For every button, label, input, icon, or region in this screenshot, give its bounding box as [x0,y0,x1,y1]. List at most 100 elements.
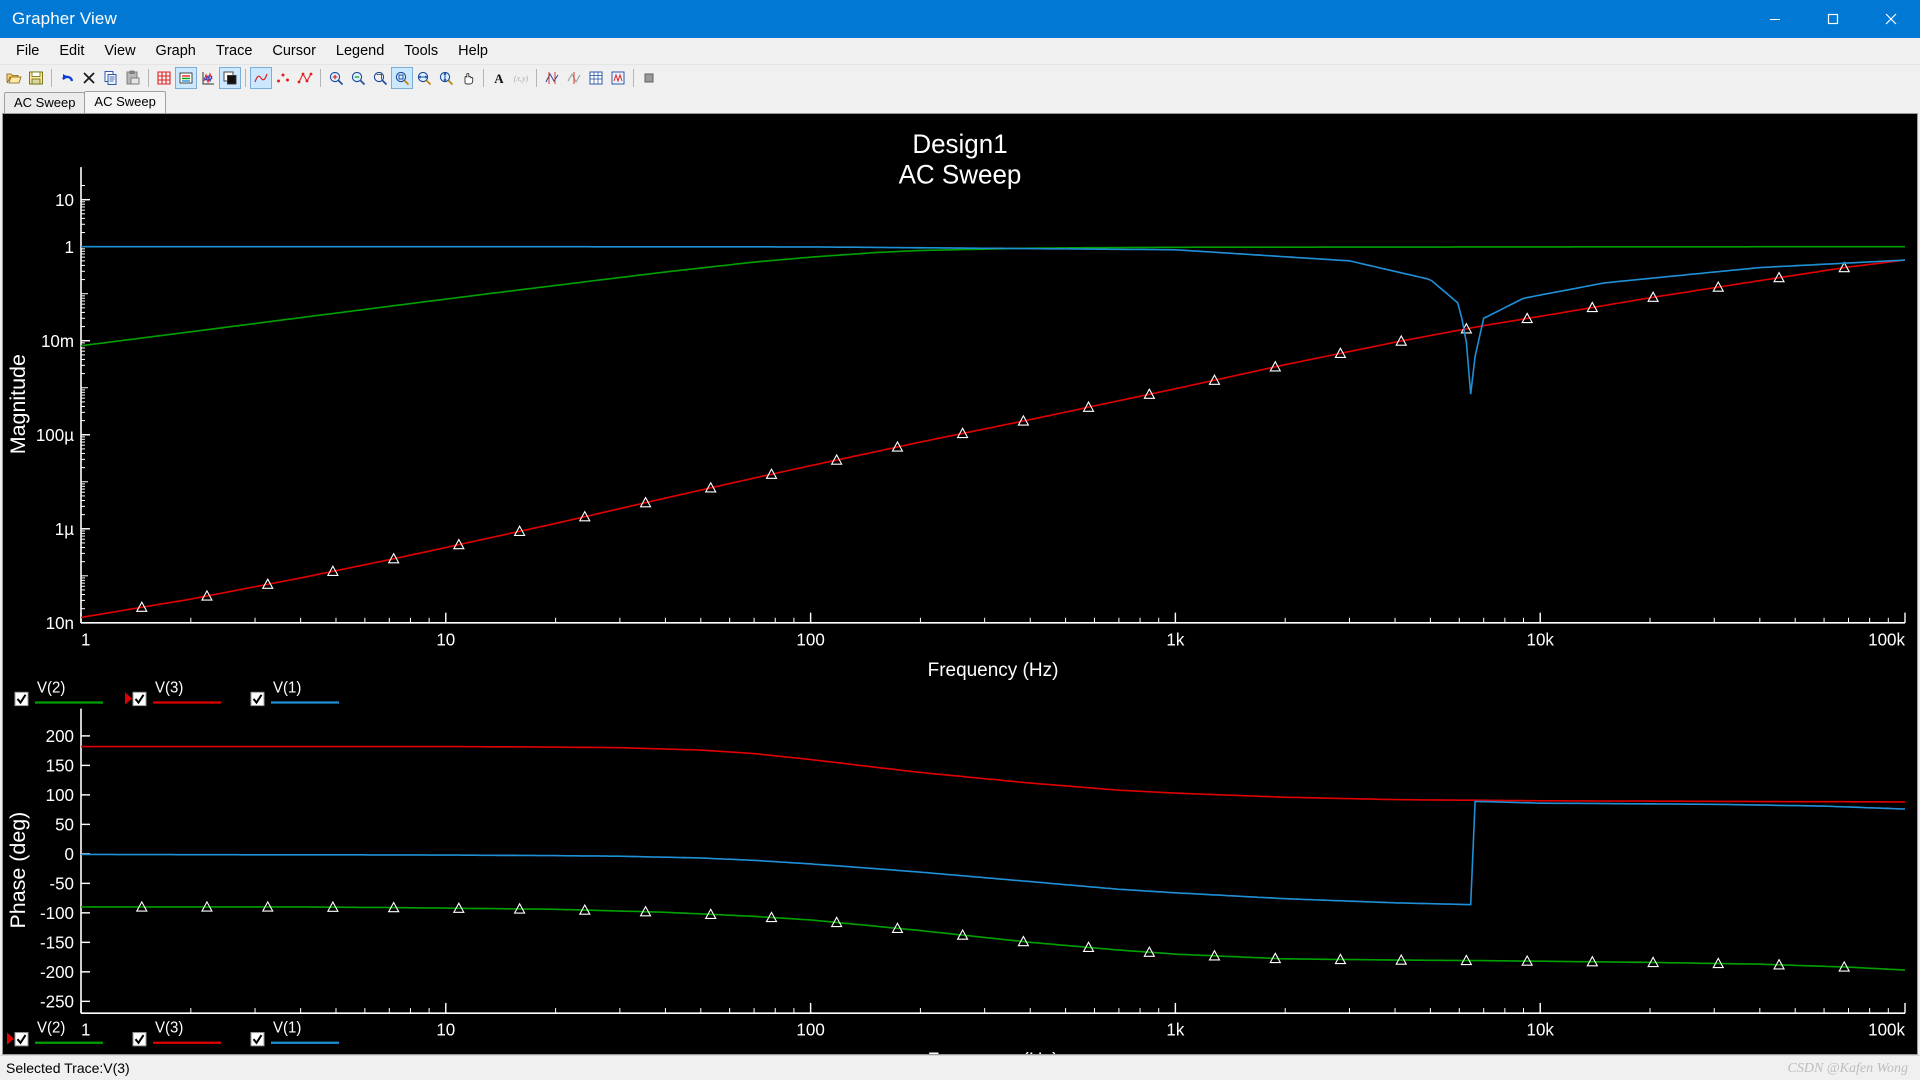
open-icon[interactable] [3,67,25,89]
x-tick-label: 1k [1166,1019,1184,1039]
y-tick-label: 10 [55,190,74,210]
maximize-button[interactable] [1804,0,1862,38]
y-tick-label: 200 [46,726,74,746]
graph-svg[interactable]: Design1AC Sweep1 10 100 1k 10k 100k10110m100µ… [3,114,1917,1054]
x-tick-label: 1k [1166,629,1184,649]
svg-text:A: A [494,71,504,86]
y-tick-label: 100 [46,785,74,805]
delete-icon[interactable] [78,67,100,89]
export-mathcad-icon[interactable] [607,67,629,89]
menu-graph[interactable]: Graph [146,39,206,63]
export-excel-icon[interactable] [585,67,607,89]
tab-ac-sweep-2[interactable]: AC Sweep [84,91,166,113]
x-tick-label: 10 [436,629,455,649]
y-tick-label: 10m [41,331,74,351]
copy-icon[interactable] [100,67,122,89]
zoom-horizontal-icon[interactable] [413,67,435,89]
pan-icon[interactable] [457,67,479,89]
cursor-icon[interactable] [541,67,563,89]
menu-help[interactable]: Help [448,39,498,63]
legend-label: V(3) [155,1019,183,1036]
toolbar-separator-6 [536,69,537,87]
grid-icon[interactable] [153,67,175,89]
toolbar-separator [51,69,52,87]
tab-ac-sweep-1[interactable]: AC Sweep [4,92,86,113]
y-tick-label: 100µ [36,425,74,445]
zoom-area-icon[interactable] [369,67,391,89]
coordinates-icon[interactable]: (x,y) [510,67,532,89]
status-text: Selected Trace:V(3) [6,1060,130,1076]
legend-label: V(1) [273,1019,301,1036]
legend-item-V1[interactable]: V(1) [250,1019,339,1047]
zoom-out-icon[interactable] [347,67,369,89]
minimize-button[interactable] [1746,0,1804,38]
background-icon[interactable] [219,67,241,89]
legend-checkbox[interactable] [14,691,29,707]
legend-checkbox[interactable] [132,1032,147,1047]
x-tick-label: 1 [81,1019,90,1039]
close-button[interactable] [1862,0,1920,38]
trace-V1[interactable] [81,245,1906,395]
chart-title: Design1 [912,129,1007,159]
legend-checkbox[interactable] [250,691,265,707]
menu-legend[interactable]: Legend [326,39,394,63]
curve-points-icon[interactable] [294,67,316,89]
window-title: Grapher View [12,9,117,28]
menu-view[interactable]: View [94,39,145,63]
legend-label: V(3) [155,679,183,696]
y-tick-label: -50 [49,873,74,893]
x-tick-label: 100 [796,1019,824,1039]
zoom-in-icon[interactable] [325,67,347,89]
curve-icon[interactable] [250,67,272,89]
chart-magnitude: 1 10 100 1k 10k 100k 10 1 10m 100µ 1µ 10n Frequency … [7,167,1906,681]
save-icon[interactable] [25,67,47,89]
toolbar-separator-4 [320,69,321,87]
trace-V2[interactable] [81,906,1906,971]
x-tick-label: 10k [1527,629,1555,649]
cursor2-icon[interactable] [563,67,585,89]
trace-V1[interactable] [81,800,1906,906]
y-tick-label: 10n [46,613,74,633]
legend-selected-marker [7,1032,14,1045]
legend-item-V3[interactable]: V(3) [132,1019,221,1047]
menu-cursor[interactable]: Cursor [262,39,326,63]
menu-trace[interactable]: Trace [206,39,263,63]
tab-strip: AC Sweep AC Sweep [0,91,1920,113]
x-axis-label: Frequency (Hz) [928,1050,1059,1054]
y-tick-label: -100 [40,903,74,923]
menu-edit[interactable]: Edit [49,39,94,63]
text-icon[interactable]: A [488,67,510,89]
zoom-full-icon[interactable] [391,67,413,89]
undo-icon[interactable] [56,67,78,89]
grapher-canvas[interactable]: Design1 AC Sweep 1 10 100 1k 10k 100k 10 1 10m 100µ… [2,113,1918,1055]
y-tick-label: 50 [55,814,74,834]
legend-checkbox[interactable] [250,1032,265,1047]
menu-file[interactable]: File [6,39,49,63]
properties-icon[interactable] [638,67,660,89]
legend-item-V2[interactable]: V(2) [14,679,103,707]
menu-tools[interactable]: Tools [394,39,448,63]
y-axis-label: Phase (deg) [7,812,30,929]
trace-V2[interactable] [80,245,1905,347]
legend-checkbox[interactable] [132,691,147,707]
menu-bar: File Edit View Graph Trace Cursor Legend… [0,38,1920,64]
legend-checkbox[interactable] [14,1032,29,1047]
y-axis-label: Magnitude [7,354,30,454]
legend-item-V1[interactable]: V(1) [250,679,339,707]
legend-item-V3[interactable]: V(3) [125,679,221,707]
y-tick-label: -200 [40,962,74,982]
x-axis-label: Frequency (Hz) [928,660,1059,681]
x-tick-label: 100k [1868,1019,1905,1039]
legend-icon[interactable] [175,67,197,89]
trace-V3[interactable] [80,259,1906,619]
trace-V3[interactable] [81,745,1905,803]
zoom-vertical-icon[interactable] [435,67,457,89]
toolbar-separator-7 [633,69,634,87]
axis-icon[interactable] [197,67,219,89]
y-tick-label: -150 [40,932,74,952]
scatter-icon[interactable] [272,67,294,89]
toolbar-separator-5 [483,69,484,87]
paste-icon[interactable] [122,67,144,89]
legend-label: V(2) [37,1019,65,1036]
title-bar: Grapher View [0,0,1920,38]
